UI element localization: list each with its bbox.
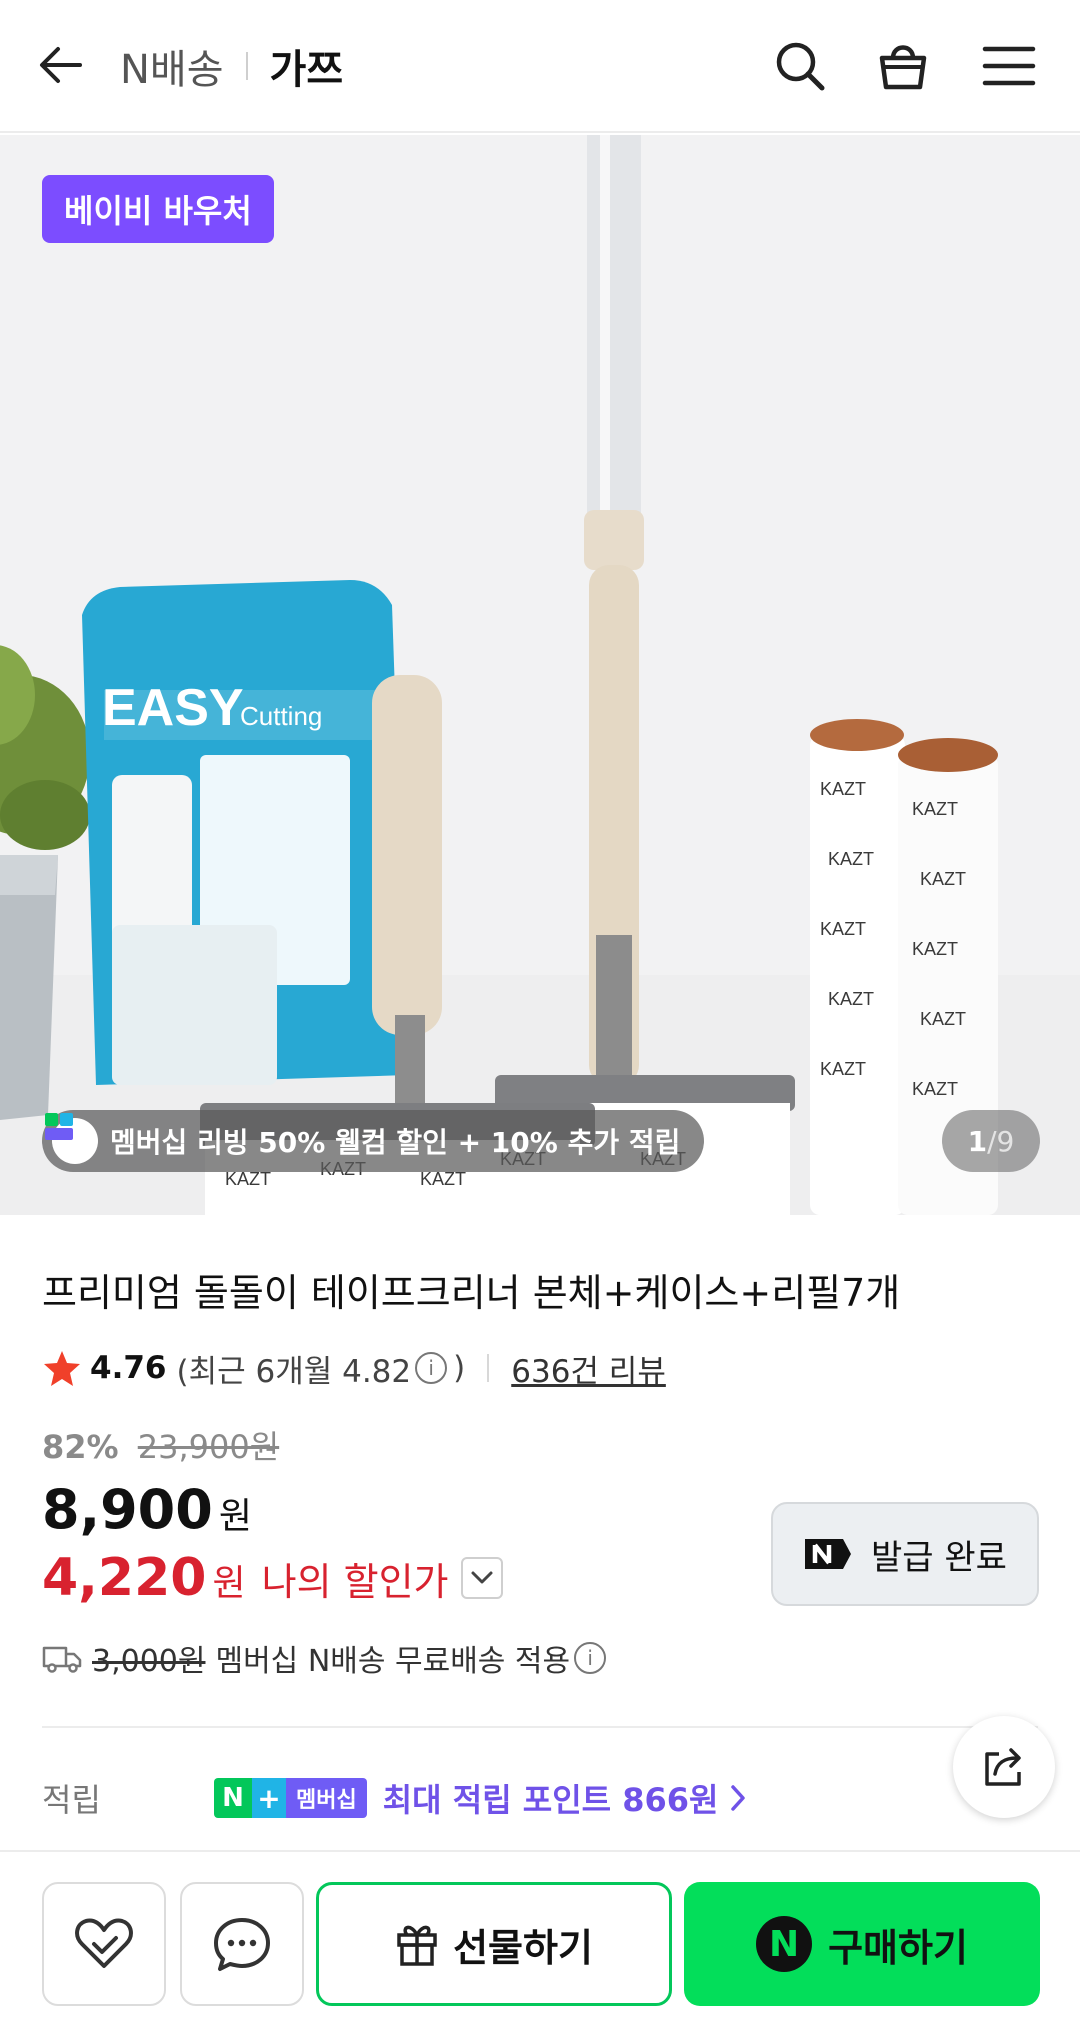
svg-text:KAZT: KAZT xyxy=(225,1169,271,1189)
my-discount-label: 나의 할인가 xyxy=(261,1560,449,1604)
gift-label: 선물하기 xyxy=(453,1925,593,1970)
arrow-left-icon[interactable] xyxy=(36,40,86,90)
shipping-info-icon[interactable]: i xyxy=(574,1642,607,1674)
sale-price-row: 8,900 원 xyxy=(42,1478,252,1541)
truck-icon xyxy=(42,1646,82,1673)
nplus-membership-badge: N + 멤버십 xyxy=(214,1778,367,1818)
search-icon[interactable] xyxy=(770,36,830,96)
membership-badge-label: 멤버십 xyxy=(286,1778,367,1818)
info-icon[interactable]: i xyxy=(415,1352,448,1384)
svg-text:EASY: EASY xyxy=(102,679,244,737)
top-header: N배송 가쯔 xyxy=(0,0,1080,133)
heart-icon xyxy=(75,1918,133,1968)
product-image-gallery[interactable]: EASY Cutting KAZT KAZT KAZT KAZT KAZT KAZT … xyxy=(0,135,1080,1215)
rating-value: 4.76 xyxy=(90,1350,167,1386)
points-row[interactable]: 적립 N + 멤버십 최대 적립 포인트 866원 xyxy=(42,1774,748,1822)
image-page-indicator: 1 /9 xyxy=(942,1110,1040,1172)
gift-button[interactable]: 선물하기 xyxy=(316,1882,672,2006)
gift-icon xyxy=(397,1925,437,1966)
svg-text:KAZT: KAZT xyxy=(828,849,874,869)
recent-rating-close: ) xyxy=(453,1350,466,1386)
svg-text:KAZT: KAZT xyxy=(420,1169,466,1189)
naver-n-badge-icon: N xyxy=(214,1778,252,1818)
svg-text:KAZT: KAZT xyxy=(920,1009,966,1029)
svg-text:KAZT: KAZT xyxy=(820,919,866,939)
baby-voucher-badge: 베이비 바우처 xyxy=(42,175,274,243)
sale-price-unit: 원 xyxy=(218,1496,252,1537)
bottom-action-bar: 선물하기 N 구매하기 xyxy=(0,1850,1080,2032)
coupon-issued-button[interactable]: 발급 완료 xyxy=(771,1502,1039,1606)
recent-rating-text: (최근 6개월 4.82 xyxy=(176,1353,412,1390)
store-name: 가쯔 xyxy=(269,47,344,93)
svg-text:Cutting: Cutting xyxy=(240,701,322,731)
like-button[interactable] xyxy=(42,1882,166,2006)
buy-button[interactable]: N 구매하기 xyxy=(684,1882,1040,2006)
chat-icon xyxy=(214,1918,270,1971)
product-title: 프리미엄 돌돌이 테이프크리너 본체+케이스+리필7개 xyxy=(42,1271,901,1315)
shipping-original-fee: 3,000원 xyxy=(92,1644,206,1679)
service-label: N배송 xyxy=(120,47,224,93)
naver-n-icon xyxy=(805,1539,852,1569)
coupon-label: 발급 완료 xyxy=(871,1537,1007,1578)
product-photo: EASY Cutting KAZTKAZT KAZTKAZT KAZTKAZT … xyxy=(0,135,1080,1215)
svg-text:KAZT: KAZT xyxy=(920,869,966,889)
svg-text:KAZT: KAZT xyxy=(820,1059,866,1079)
naver-membership-logo-icon xyxy=(45,1113,98,1164)
share-button[interactable] xyxy=(953,1716,1055,1818)
svg-text:KAZT: KAZT xyxy=(912,1079,958,1099)
shipping-text: 멤버십 N배송 무료배송 적용 xyxy=(215,1644,571,1679)
brand-divider xyxy=(245,52,248,80)
rating-row: 4.76 (최근 6개월 4.82 i ) 636건 리뷰 xyxy=(42,1346,666,1390)
hamburger-menu-icon[interactable] xyxy=(979,36,1039,96)
buy-label: 구매하기 xyxy=(828,1925,968,1970)
svg-text:KAZT: KAZT xyxy=(828,989,874,1009)
sale-price: 8,900 xyxy=(42,1478,213,1541)
svg-text:KAZT: KAZT xyxy=(912,799,958,819)
review-count-link[interactable]: 636건 리뷰 xyxy=(511,1346,666,1391)
store-brand[interactable]: N배송 가쯔 xyxy=(120,38,343,94)
plus-badge-icon: + xyxy=(252,1778,286,1818)
svg-text:KAZT: KAZT xyxy=(820,779,866,799)
original-price: 23,900원 xyxy=(137,1428,280,1466)
svg-text:KAZT: KAZT xyxy=(912,939,958,959)
shopping-bag-icon[interactable] xyxy=(873,36,933,96)
membership-promo-banner[interactable]: 멤버십 리빙 50% 웰컴 할인 + 10% 추가 적립 xyxy=(42,1110,705,1172)
page-current: 1 xyxy=(967,1124,988,1158)
section-divider xyxy=(42,1726,1038,1728)
page-total: /9 xyxy=(987,1124,1015,1158)
max-points-text: 최대 적립 포인트 866원 xyxy=(382,1781,719,1819)
promo-text: 멤버십 리빙 50% 웰컴 할인 + 10% 추가 적립 xyxy=(110,1126,681,1159)
points-label: 적립 xyxy=(42,1781,101,1819)
discount-rate: 82% xyxy=(42,1428,119,1466)
my-discount-price-row: 4,220 원 나의 할인가 xyxy=(42,1548,503,1608)
share-icon xyxy=(985,1748,1021,1786)
my-discount-price-unit: 원 xyxy=(212,1563,246,1604)
recent-rating: (최근 6개월 4.82 i ) xyxy=(177,1346,466,1391)
star-icon xyxy=(44,1351,80,1386)
talk-button[interactable] xyxy=(180,1882,304,2006)
chevron-down-icon[interactable] xyxy=(460,1557,503,1599)
naver-pay-n-icon: N xyxy=(756,1916,813,1972)
original-price-row: 82% 23,900원 xyxy=(42,1422,279,1468)
shipping-row: 3,000원 멤버십 N배송 무료배송 적용 i xyxy=(42,1636,612,1680)
rating-divider xyxy=(487,1354,490,1382)
my-discount-price: 4,220 xyxy=(42,1548,207,1608)
chevron-right-icon xyxy=(731,1785,746,1811)
